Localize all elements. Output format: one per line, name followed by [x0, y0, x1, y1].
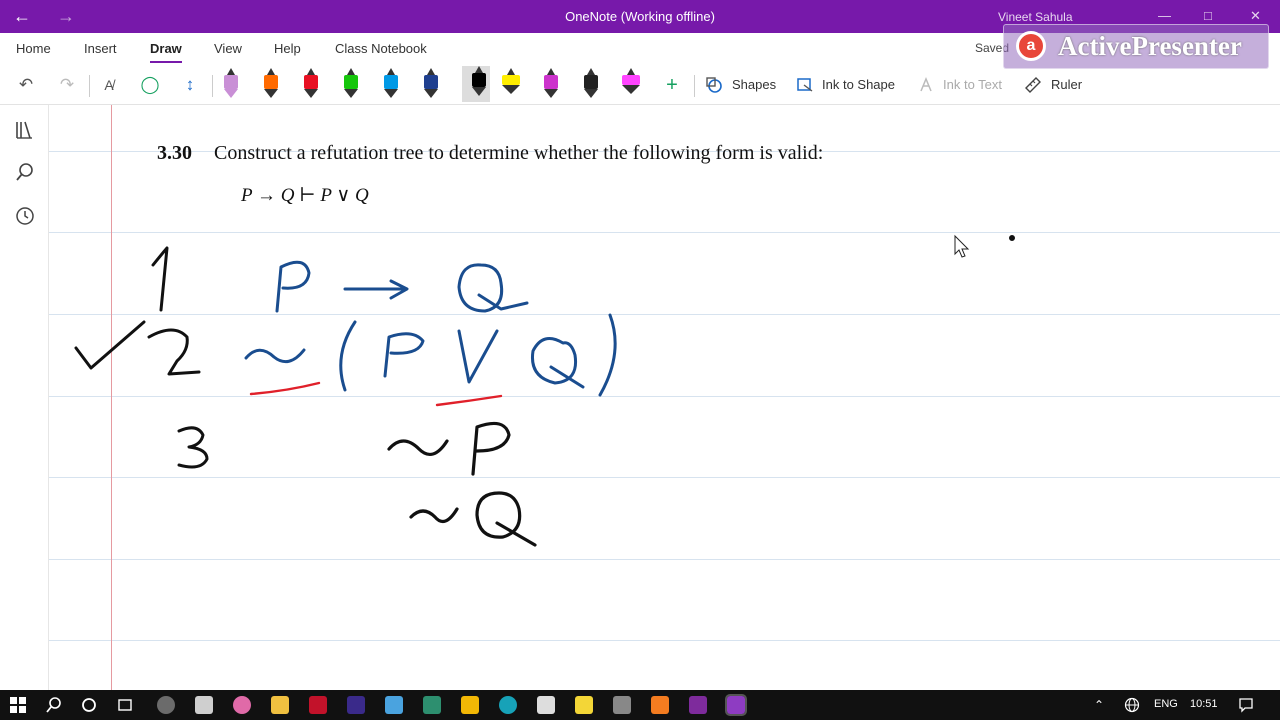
pen-pink-icon[interactable] — [222, 68, 240, 100]
add-pen-icon[interactable]: + — [660, 73, 684, 97]
mouse-cursor-icon — [954, 234, 970, 258]
ink-line1-number — [151, 246, 169, 312]
windows-start-icon[interactable] — [10, 697, 26, 713]
cortana-icon[interactable] — [81, 697, 97, 713]
ink-not-p — [387, 421, 511, 476]
onenote-icon[interactable] — [689, 696, 707, 714]
ink-to-text-button[interactable]: Ink to Text — [943, 77, 1002, 92]
task-view-icon[interactable] — [117, 697, 133, 713]
pen-black-galaxy-icon[interactable] — [582, 68, 600, 100]
ink-line3-number — [177, 426, 209, 469]
file-explorer-icon[interactable] — [461, 696, 479, 714]
taskbar-app-icon[interactable] — [233, 696, 251, 714]
clock[interactable]: 10:51 — [1190, 698, 1218, 710]
watermark-text: ActivePresenter — [1058, 31, 1242, 61]
taskbar-search-icon[interactable] — [46, 697, 62, 713]
type-select-icon[interactable]: A̸ — [97, 73, 121, 97]
close-icon[interactable]: ✕ — [1250, 8, 1261, 24]
taskbar-app-icon[interactable] — [385, 696, 403, 714]
toolbar-divider — [212, 75, 213, 97]
maximize-icon[interactable]: □ — [1204, 8, 1212, 23]
tab-help[interactable]: Help — [274, 41, 301, 56]
recent-notes-clock-icon[interactable] — [14, 205, 36, 227]
pen-red-icon[interactable] — [302, 68, 320, 100]
ink-line2-number — [147, 328, 201, 376]
action-center-icon[interactable] — [1238, 697, 1254, 713]
pen-navy-icon[interactable] — [422, 68, 440, 100]
notebooks-icon[interactable] — [14, 119, 36, 141]
tab-view[interactable]: View — [214, 41, 242, 56]
taskbar-app-icon[interactable] — [157, 696, 175, 714]
network-globe-icon[interactable] — [1124, 697, 1140, 713]
toolbar-divider — [89, 75, 90, 97]
redo-icon[interactable]: ↷ — [55, 73, 79, 97]
shapes-icon — [706, 77, 722, 93]
ink-not-q — [409, 491, 537, 547]
tab-insert[interactable]: Insert — [84, 41, 117, 56]
ink-to-shape-icon — [797, 78, 813, 92]
navigation-rail — [0, 105, 49, 690]
ink-red-underlines — [249, 381, 503, 407]
onenote-active-icon[interactable] — [725, 694, 747, 716]
shapes-button[interactable]: Shapes — [732, 77, 776, 92]
sticky-notes-icon[interactable] — [575, 696, 593, 714]
lasso-select-icon[interactable]: ◯ — [138, 73, 162, 97]
ink-negated-disjunction — [244, 313, 617, 397]
pen-green-icon[interactable] — [342, 68, 360, 100]
note-page[interactable]: 3.30 Construct a refutation tree to deter… — [49, 105, 1280, 690]
taskbar-app-icon[interactable] — [347, 696, 365, 714]
toolbar-divider — [694, 75, 695, 97]
ink-layer — [74, 234, 1015, 547]
ruler-icon — [1025, 77, 1041, 93]
highlighter-yellow-icon[interactable] — [502, 68, 520, 100]
user-name[interactable]: Vineet Sahula — [998, 10, 1073, 24]
taskbar-app-icon[interactable] — [613, 696, 631, 714]
pen-black-icon[interactable] — [462, 66, 490, 102]
language-indicator[interactable]: ENG — [1154, 698, 1178, 710]
ink-checkmark — [74, 320, 146, 370]
pen-cyan-icon[interactable] — [382, 68, 400, 100]
insert-space-icon[interactable]: ↕ — [178, 73, 202, 97]
activepresenter-logo-icon — [1016, 31, 1046, 61]
search-icon[interactable] — [14, 161, 36, 183]
highlighter-magenta-icon[interactable] — [622, 68, 640, 100]
tab-draw[interactable]: Draw — [150, 41, 182, 63]
draw-toolbar: ↶ ↷ A̸ ◯ ↕ + Shapes Ink to Shape Ink to … — [0, 65, 1280, 105]
ruler-button[interactable]: Ruler — [1051, 77, 1082, 92]
ink-stray-dot — [1009, 235, 1015, 241]
taskbar-app-icon[interactable] — [499, 696, 517, 714]
activepresenter-watermark: ActivePresenter — [1003, 24, 1269, 69]
vlc-icon[interactable] — [651, 696, 669, 714]
ink-p-implies-q — [275, 260, 529, 313]
pen-magenta-galaxy-icon[interactable] — [542, 68, 560, 100]
taskbar-app-icon[interactable] — [537, 696, 555, 714]
pen-orange-icon[interactable] — [262, 68, 280, 100]
taskbar-app-icon[interactable] — [271, 696, 289, 714]
tab-class-notebook[interactable]: Class Notebook — [335, 41, 427, 56]
taskbar-app-icon[interactable] — [423, 696, 441, 714]
ink-to-text-icon — [920, 77, 932, 92]
tab-home[interactable]: Home — [16, 41, 51, 56]
window-title: OneNote (Working offline) — [565, 9, 715, 24]
ink-to-shape-button[interactable]: Ink to Shape — [822, 77, 895, 92]
undo-icon[interactable]: ↶ — [14, 73, 38, 97]
tray-overflow-icon[interactable]: ⌃ — [1094, 698, 1104, 712]
windows-taskbar: ⌃ ENG 10:51 — [0, 690, 1280, 720]
taskbar-app-icon[interactable] — [309, 696, 327, 714]
minimize-icon[interactable]: — — [1158, 8, 1171, 23]
photos-app-icon[interactable] — [195, 696, 213, 714]
